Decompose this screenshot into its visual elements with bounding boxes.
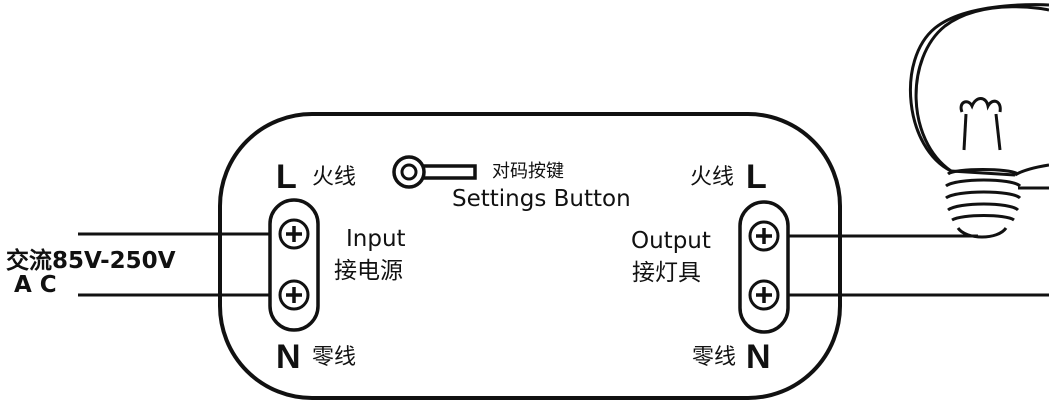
input-neutral-letter: N bbox=[276, 338, 301, 376]
input-label-cn: 接电源 bbox=[334, 258, 403, 284]
input-neutral-screw-icon bbox=[278, 279, 310, 311]
output-label-cn: 接灯具 bbox=[632, 260, 701, 286]
output-live-label: 火线 bbox=[690, 165, 734, 190]
output-terminal-block bbox=[738, 200, 790, 334]
input-terminal-block bbox=[268, 198, 320, 332]
input-live-letter: L bbox=[276, 158, 297, 196]
output-neutral-letter: N bbox=[746, 338, 771, 376]
output-live-screw-icon bbox=[748, 220, 780, 252]
supply-ac-label: A C bbox=[14, 272, 57, 298]
output-label-en: Output bbox=[631, 228, 711, 254]
input-neutral-label: 零线 bbox=[312, 345, 356, 370]
input-live-label: 火线 bbox=[312, 165, 356, 190]
settings-button-label-en: Settings Button bbox=[452, 186, 631, 212]
wiring-diagram: L 火线 N 零线 Input 接电源 火线 L 零线 N Output 接灯具… bbox=[6, 3, 1049, 400]
settings-button-icon bbox=[392, 155, 477, 189]
supply-voltage-label: 交流85V-250V bbox=[6, 247, 176, 274]
output-live-letter: L bbox=[746, 158, 767, 196]
light-bulb-icon bbox=[908, 3, 1049, 239]
input-live-screw-icon bbox=[278, 218, 310, 250]
input-label-en: Input bbox=[346, 226, 406, 252]
output-neutral-screw-icon bbox=[748, 279, 780, 311]
output-neutral-label: 零线 bbox=[692, 345, 736, 370]
settings-button-label-cn: 对码按键 bbox=[492, 161, 564, 182]
